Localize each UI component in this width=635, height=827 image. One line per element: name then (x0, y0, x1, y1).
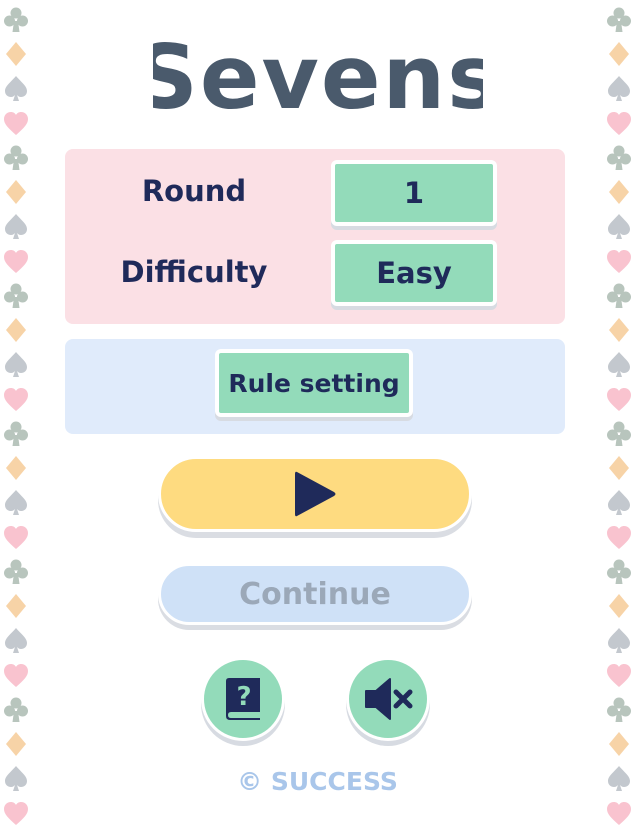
game-title: Sevens (0, 30, 635, 122)
diamond-icon (2, 454, 30, 482)
heart-icon (2, 799, 30, 827)
club-icon (605, 557, 633, 585)
sound-toggle-button[interactable] (346, 657, 430, 741)
spade-icon (605, 350, 633, 378)
club-icon (605, 281, 633, 309)
club-icon (605, 5, 633, 33)
title-logo: Sevens (153, 30, 483, 122)
diamond-icon (2, 316, 30, 344)
spade-icon (605, 626, 633, 654)
heart-icon (605, 523, 633, 551)
club-icon (605, 419, 633, 447)
spade-icon (605, 488, 633, 516)
difficulty-value-button[interactable]: Easy (331, 240, 497, 306)
copyright-text: © SUCCESS (237, 767, 398, 796)
diamond-icon (605, 454, 633, 482)
diamond-icon (605, 316, 633, 344)
heart-icon (2, 385, 30, 413)
play-button[interactable] (158, 456, 472, 532)
diamond-icon (605, 730, 633, 758)
spade-icon (605, 212, 633, 240)
club-icon (2, 5, 30, 33)
help-button[interactable]: ? (201, 657, 285, 741)
difficulty-label: Difficulty (120, 255, 268, 289)
diamond-icon (2, 730, 30, 758)
heart-icon (2, 523, 30, 551)
heart-icon (2, 247, 30, 275)
club-icon (2, 695, 30, 723)
spade-icon (2, 488, 30, 516)
round-label: Round (141, 174, 247, 208)
heart-icon (605, 247, 633, 275)
spade-icon (2, 212, 30, 240)
heart-icon (605, 661, 633, 689)
heart-icon (605, 799, 633, 827)
diamond-icon (605, 178, 633, 206)
diamond-icon (2, 178, 30, 206)
help-book-icon: ? (226, 678, 260, 720)
round-value-button[interactable]: 1 (331, 160, 497, 226)
club-icon (2, 143, 30, 171)
sound-muted-icon (365, 678, 413, 720)
spade-icon (2, 626, 30, 654)
svg-text:Sevens: Sevens (153, 30, 483, 122)
heart-icon (605, 385, 633, 413)
diamond-icon (2, 592, 30, 620)
heart-icon (2, 661, 30, 689)
club-icon (2, 281, 30, 309)
club-icon (605, 695, 633, 723)
diamond-icon (605, 592, 633, 620)
continue-button[interactable]: Continue (158, 563, 472, 625)
club-icon (2, 419, 30, 447)
play-icon (295, 471, 336, 517)
club-icon (2, 557, 30, 585)
svg-text:?: ? (236, 682, 251, 712)
rule-setting-button[interactable]: Rule setting (215, 349, 413, 417)
spade-icon (2, 350, 30, 378)
club-icon (605, 143, 633, 171)
